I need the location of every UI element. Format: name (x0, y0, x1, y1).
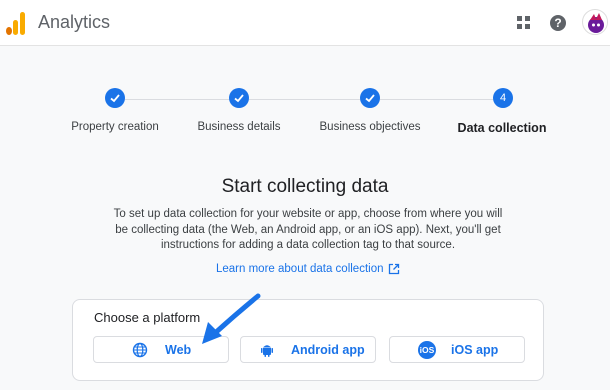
external-link-icon[interactable] (388, 263, 400, 275)
app-title[interactable]: Analytics (38, 12, 110, 33)
svg-text:iOS: iOS (420, 345, 435, 355)
choose-platform-card: Choose a platform Web Android app iOS iO… (72, 299, 544, 381)
step-label-business-objectives: Business objectives (319, 121, 421, 133)
analytics-logo-icon[interactable] (4, 11, 26, 35)
account-avatar[interactable] (582, 9, 608, 35)
learn-more-link[interactable]: Learn more about data collection (216, 263, 384, 275)
platform-android-label: Android app (291, 343, 365, 357)
stepper-connector (380, 99, 493, 100)
step-3-check-icon (360, 88, 380, 108)
step-2-check-icon (229, 88, 249, 108)
card-title: Choose a platform (94, 310, 201, 325)
ios-icon: iOS (418, 341, 436, 359)
step-label-property-creation: Property creation (71, 121, 159, 133)
help-icon[interactable]: ? (546, 11, 570, 35)
setup-stepper: 4 Property creation Business details Bus… (0, 88, 610, 138)
platform-ios-button[interactable]: iOS iOS app (389, 336, 525, 363)
step-label-business-details: Business details (197, 121, 281, 133)
platform-ios-label: iOS app (451, 343, 499, 357)
step-4-number: 4 (493, 88, 513, 108)
globe-icon (132, 342, 148, 358)
apps-grid-icon[interactable] (512, 11, 536, 35)
page-description: To set up data collection for your websi… (113, 208, 503, 251)
platform-web-label: Web (165, 343, 192, 357)
step-label-data-collection: Data collection (457, 121, 547, 135)
annotation-arrow-icon (202, 293, 261, 344)
stepper-connector (125, 99, 230, 100)
top-app-bar: Analytics ? (0, 0, 610, 46)
page-heading: Start collecting data (221, 176, 389, 197)
stepper-connector (249, 99, 360, 100)
step-1-check-icon (105, 88, 125, 108)
